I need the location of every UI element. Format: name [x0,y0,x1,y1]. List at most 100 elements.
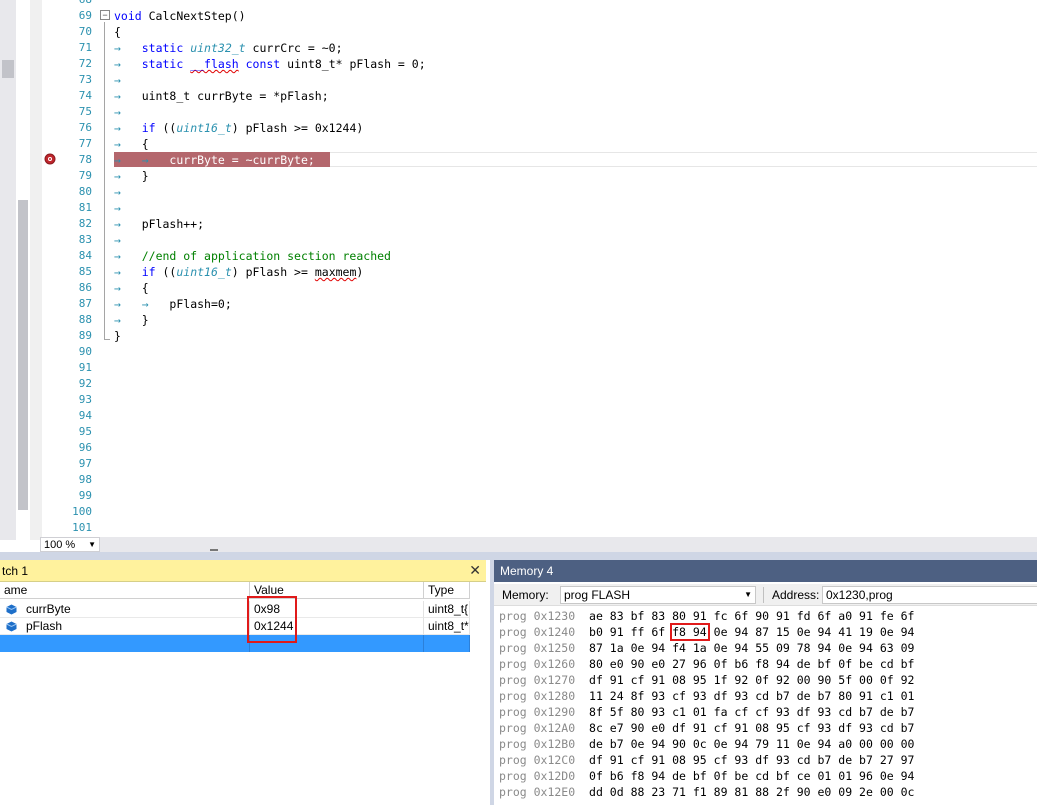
zoom-dropdown[interactable]: 100 % ▼ [40,537,100,552]
line-number: 79 [78,169,92,182]
line-number: 99 [78,489,92,502]
code-line[interactable]: → static __flash const uint8_t* pFlash =… [114,56,426,72]
code-line[interactable]: → uint8_t currByte = *pFlash; [114,88,329,104]
scrollbar-grip[interactable] [210,549,218,551]
memory-address: prog 0x1290 [499,705,576,719]
memory-bytes[interactable]: b0 91 ff 6f f8 94 0e 94 87 15 0e 94 41 1… [589,625,914,639]
collapse-icon[interactable]: − [100,10,110,20]
watch-new-name[interactable] [0,635,250,652]
code-line[interactable]: → [114,232,142,248]
address-label: Address: [772,588,820,602]
outline-fold-end [104,339,110,340]
code-line-breakpoint[interactable]: → → currByte = ~currByte; [114,152,315,168]
column-header-type[interactable]: Type [424,582,470,599]
code-line[interactable]: → pFlash++; [114,216,204,232]
watch-grid: ame Value Type currByte 0x98 uint8_t{ pF… [0,582,470,805]
editor-vertical-scrollbar[interactable] [0,0,16,540]
memory-address: prog 0x12B0 [499,737,576,751]
watch-title-bar[interactable]: tch 1 ✕ [0,560,486,582]
address-input[interactable]: 0x1230,prog [822,586,1037,604]
line-number: 98 [78,473,92,486]
memory-row[interactable]: prog 0x12E0 dd 0d 88 23 71 f1 89 81 88 2… [499,784,914,800]
memory-row[interactable]: prog 0x1270 df 91 cf 91 08 95 1f 92 0f 9… [499,672,914,688]
watch-scrollbar[interactable] [470,582,486,805]
code-line[interactable]: → static uint32_t currCrc = ~0; [114,40,343,56]
code-line[interactable]: → } [114,168,149,184]
chevron-down-icon: ▼ [88,540,96,549]
memory-bytes[interactable]: 11 24 8f 93 cf 93 df 93 cd b7 de b7 80 9… [589,689,914,703]
memory-title: Memory 4 [500,564,554,578]
breakpoint-margin[interactable] [30,0,42,540]
code-line[interactable]: → [114,104,142,120]
line-number: 90 [78,345,92,358]
memory-bytes[interactable]: 8c e7 90 e0 df 91 cf 91 08 95 cf 93 df 9… [589,721,914,735]
memory-toolbar: Memory: prog FLASH ▼ Address: 0x1230,pro… [494,584,1037,606]
memory-bytes[interactable]: ae 83 bf 83 80 91 fc 6f 90 91 fd 6f a0 9… [589,609,914,623]
line-number: 88 [78,313,92,326]
line-number: 81 [78,201,92,214]
close-icon[interactable]: ✕ [469,562,481,579]
code-line[interactable]: → [114,184,142,200]
memory-row[interactable]: prog 0x1290 8f 5f 80 93 c1 01 fa cf cf 9… [499,704,914,720]
line-number: 75 [78,105,92,118]
memory-title-bar[interactable]: Memory 4 [494,560,1037,582]
memory-bytes[interactable]: dd 0d 88 23 71 f1 89 81 88 2f 90 e0 09 2… [589,785,914,799]
memory-row[interactable]: prog 0x1280 11 24 8f 93 cf 93 df 93 cd b… [499,688,914,704]
code-line[interactable]: → if ((uint16_t) pFlash >= maxmem) [114,264,363,280]
chevron-down-icon: ▼ [744,590,752,599]
memory-bytes[interactable]: 87 1a 0e 94 f4 1a 0e 94 55 09 78 94 0e 9… [589,641,914,655]
annotation-highlight-box [247,596,297,643]
watch-new-type[interactable] [424,635,470,652]
watch-type: uint8_t* [424,618,470,635]
memory-bytes[interactable]: 80 e0 90 e0 27 96 0f b6 f8 94 de bf 0f b… [589,657,914,671]
memory-space-select[interactable]: prog FLASH ▼ [560,586,756,604]
scrollbar-thumb[interactable] [2,60,14,78]
line-number: 76 [78,121,92,134]
column-header-name[interactable]: ame [0,582,250,599]
editor-horizontal-scrollbar[interactable] [100,537,1037,552]
watch-row[interactable]: currByte 0x98 uint8_t{ [0,601,470,618]
code-line[interactable]: → [114,72,142,88]
memory-bytes[interactable]: 8f 5f 80 93 c1 01 fa cf cf 93 df 93 cd b… [589,705,914,719]
code-line[interactable]: → [114,200,142,216]
memory-bytes[interactable]: de b7 0e 94 90 0c 0e 94 79 11 0e 94 a0 0… [589,737,914,751]
memory-row[interactable]: prog 0x1250 87 1a 0e 94 f4 1a 0e 94 55 0… [499,640,914,656]
code-line[interactable]: → } [114,312,149,328]
current-line-border [330,152,1037,167]
code-line[interactable]: { [114,24,121,40]
overview-scroll-thumb[interactable] [18,200,28,510]
line-number: 73 [78,73,92,86]
code-line[interactable]: → //end of application section reached [114,248,391,264]
code-line[interactable]: → if ((uint16_t) pFlash >= 0x1244) [114,120,363,136]
code-editor[interactable]: − 68 69 70 71 72 73 74 75 76 77 78 79 80… [0,0,1037,552]
line-number: 100 [72,505,92,518]
panel-splitter[interactable] [0,552,1037,560]
memory-address: prog 0x1260 [499,657,576,671]
memory-bytes[interactable]: 0f b6 f8 94 de bf 0f be cd bf ce 01 01 9… [589,769,914,783]
memory-address: prog 0x1280 [499,689,576,703]
watch-row-new-selected[interactable] [0,635,470,652]
watch-title: tch 1 [2,564,29,578]
memory-row[interactable]: prog 0x1260 80 e0 90 e0 27 96 0f b6 f8 9… [499,656,914,672]
memory-address: prog 0x1240 [499,625,576,639]
memory-bytes[interactable]: df 91 cf 91 08 95 cf 93 df 93 cd b7 de b… [589,753,914,767]
memory-address: prog 0x1270 [499,673,576,687]
code-line[interactable]: void CalcNextStep() [114,8,246,24]
memory-row[interactable]: prog 0x12A0 8c e7 90 e0 df 91 cf 91 08 9… [499,720,914,736]
memory-row[interactable]: prog 0x12D0 0f b6 f8 94 de bf 0f be cd b… [499,768,914,784]
code-line[interactable]: → → pFlash=0; [114,296,232,312]
line-number: 89 [78,329,92,342]
memory-row[interactable]: prog 0x12B0 de b7 0e 94 90 0c 0e 94 79 1… [499,736,914,752]
memory-row[interactable]: prog 0x12C0 df 91 cf 91 08 95 cf 93 df 9… [499,752,914,768]
code-line[interactable]: } [114,328,121,344]
memory-address: prog 0x12A0 [499,721,576,735]
watch-type: uint8_t{ [424,601,470,618]
memory-bytes[interactable]: df 91 cf 91 08 95 1f 92 0f 92 00 90 5f 0… [589,673,914,687]
memory-row[interactable]: prog 0x1230 ae 83 bf 83 80 91 fc 6f 90 9… [499,608,914,624]
line-number: 86 [78,281,92,294]
code-line[interactable]: → { [114,280,149,296]
watch-name: currByte [26,602,71,616]
line-number: 77 [78,137,92,150]
code-line[interactable]: → { [114,136,149,152]
watch-row[interactable]: pFlash 0x1244 uint8_t* [0,618,470,635]
